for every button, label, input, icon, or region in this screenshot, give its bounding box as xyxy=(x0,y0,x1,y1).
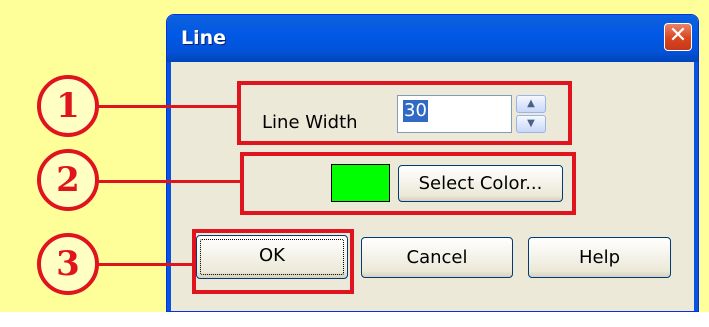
help-button[interactable]: Help xyxy=(528,237,671,278)
callout-badge-2: 2 xyxy=(37,149,99,211)
highlight-box-3 xyxy=(192,229,354,294)
title-bar[interactable]: Line ✕ xyxy=(167,15,698,62)
close-button[interactable]: ✕ xyxy=(664,23,692,51)
callout-line-2 xyxy=(98,180,242,183)
dialog-title: Line xyxy=(181,27,227,49)
highlight-box-2 xyxy=(240,152,576,215)
close-icon: ✕ xyxy=(668,23,688,48)
highlight-box-1 xyxy=(237,81,572,145)
callout-badge-3: 3 xyxy=(37,233,99,295)
window-border-right xyxy=(694,62,698,311)
callout-line-3 xyxy=(98,263,194,266)
callout-line-1 xyxy=(98,105,239,108)
cancel-button[interactable]: Cancel xyxy=(361,237,513,278)
callout-badge-1: 1 xyxy=(37,75,99,137)
